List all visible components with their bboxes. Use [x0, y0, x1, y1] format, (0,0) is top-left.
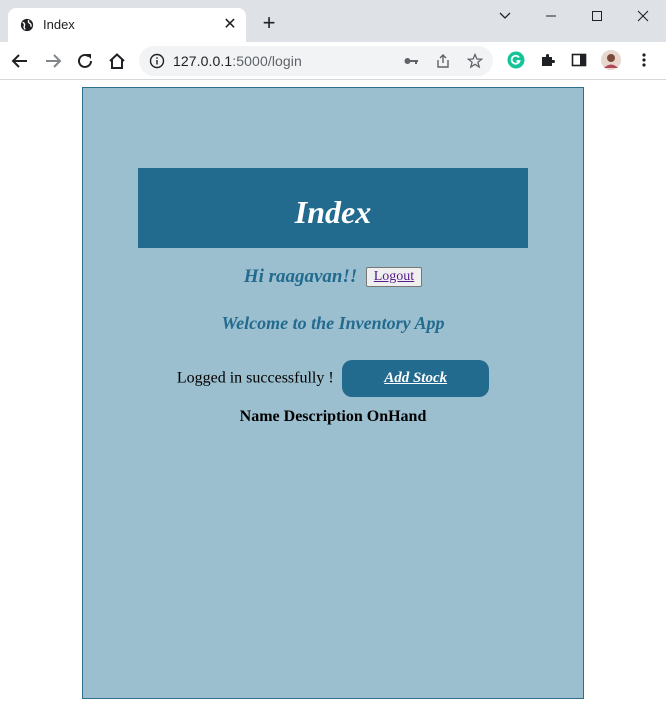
minimize-icon	[546, 15, 556, 17]
chevron-down-icon	[499, 12, 511, 19]
column-header-description: Description	[283, 408, 363, 425]
puzzle-icon	[542, 54, 555, 66]
column-header-name: Name	[239, 408, 280, 425]
home-icon	[109, 53, 125, 69]
back-button[interactable]	[8, 49, 32, 73]
new-tab-button[interactable]: +	[258, 12, 280, 34]
globe-icon	[20, 18, 34, 32]
browser-toolbar: 127.0.0.1:5000/login	[0, 42, 666, 80]
tab-title: Index	[43, 17, 75, 32]
status-row: Logged in successfully ! Add Stock	[83, 360, 583, 397]
window-close-button[interactable]	[620, 4, 666, 28]
logout-button[interactable]: Logout	[365, 267, 423, 287]
reload-button[interactable]	[73, 49, 97, 73]
side-panel-icon	[571, 53, 587, 67]
password-key-button[interactable]	[402, 52, 420, 70]
side-panel-button[interactable]	[569, 50, 589, 70]
maximize-button[interactable]	[574, 4, 620, 28]
reload-icon	[78, 53, 92, 68]
share-icon	[437, 54, 449, 68]
add-stock-button[interactable]: Add Stock	[342, 360, 490, 397]
url-text[interactable]: 127.0.0.1:5000/login	[173, 53, 302, 69]
page-header: Index	[138, 168, 528, 248]
url-host: 127.0.0.1	[173, 53, 233, 69]
grammarly-extension[interactable]	[506, 50, 526, 70]
greeting-row: Hi raagavan!! Logout	[83, 266, 583, 288]
table-header: Name Description OnHand	[83, 408, 583, 426]
welcome-message: Welcome to the Inventory App	[221, 313, 445, 333]
profile-avatar[interactable]	[601, 50, 621, 70]
address-bar[interactable]: 127.0.0.1:5000/login	[139, 46, 493, 76]
info-icon[interactable]	[149, 53, 165, 69]
key-icon	[404, 58, 418, 64]
menu-button[interactable]	[634, 50, 654, 70]
bookmark-button[interactable]	[466, 52, 484, 70]
arrow-right-icon	[46, 54, 62, 68]
main-panel: Index Hi raagavan!! Logout Welcome to th…	[82, 87, 584, 699]
share-button[interactable]	[434, 52, 452, 70]
close-tab-icon[interactable]: ✕	[222, 17, 238, 33]
close-icon	[637, 10, 649, 22]
status-message: Logged in successfully !	[176, 369, 334, 387]
tab-strip: Index ✕ +	[0, 0, 666, 42]
minimize-button[interactable]	[528, 4, 574, 28]
star-icon	[467, 53, 483, 69]
grammarly-icon	[507, 51, 525, 69]
avatar-icon	[601, 50, 621, 70]
column-header-onhand: OnHand	[366, 408, 427, 425]
url-path: :5000/login	[232, 53, 302, 69]
greeting-text: Hi raagavan!!	[243, 266, 358, 287]
tab-search-button[interactable]	[482, 4, 528, 28]
maximize-icon	[592, 11, 602, 21]
browser-tab[interactable]: Index ✕	[8, 8, 246, 42]
kebab-menu-icon	[642, 53, 646, 67]
home-button[interactable]	[105, 49, 129, 73]
forward-button[interactable]	[41, 49, 65, 73]
page-title: Index	[294, 193, 372, 230]
extensions-button[interactable]	[538, 50, 558, 70]
arrow-left-icon	[11, 54, 27, 68]
